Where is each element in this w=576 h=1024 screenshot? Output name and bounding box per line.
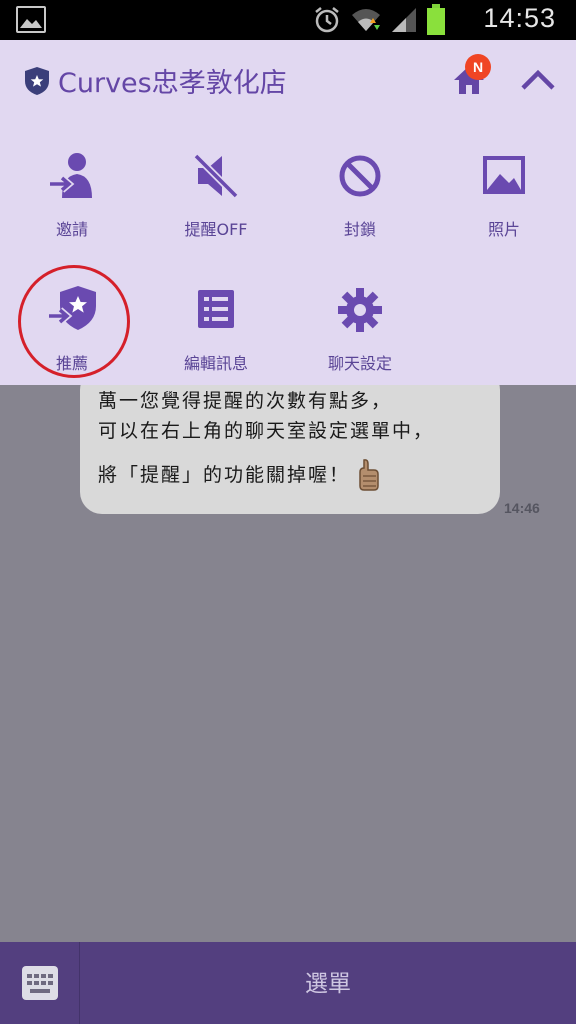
clock: 14:53 bbox=[483, 3, 556, 33]
menu-item-edit-messages[interactable]: 編輯訊息 bbox=[144, 284, 288, 404]
menu-item-notifications-off[interactable]: 提醒OFF bbox=[144, 150, 288, 270]
header: Curves忠孝敦化店 N bbox=[0, 40, 576, 118]
menu-item-label: 照片 bbox=[487, 220, 520, 239]
photo-icon bbox=[478, 150, 530, 202]
collapse-button[interactable] bbox=[518, 64, 558, 94]
menu-item-chat-settings[interactable]: 聊天設定 bbox=[288, 284, 432, 404]
status-bar: 14:53 bbox=[0, 0, 576, 40]
message-line: 可以在右上角的聊天室設定選單中， bbox=[98, 420, 435, 442]
menu-item-block[interactable]: 封鎖 bbox=[288, 150, 432, 270]
message-line: 將「提醒」的功能關掉喔！ bbox=[98, 458, 482, 492]
highlight-circle bbox=[18, 265, 130, 378]
speaker-muted-icon bbox=[190, 150, 242, 202]
notification-badge: N bbox=[465, 54, 491, 80]
menu-item-label: 聊天設定 bbox=[327, 354, 392, 373]
menu-item-label: 封鎖 bbox=[343, 220, 376, 239]
thumbs-up-icon bbox=[358, 458, 380, 492]
chevron-up-icon bbox=[521, 69, 555, 90]
message-line-text: 將「提醒」的功能關掉喔！ bbox=[98, 464, 351, 486]
chat-title: Curves忠孝敦化店 bbox=[58, 68, 287, 99]
menu-item-label: 編輯訊息 bbox=[183, 354, 248, 373]
alarm-icon bbox=[312, 5, 342, 35]
menu-item-photos[interactable]: 照片 bbox=[432, 150, 576, 270]
bottom-bar: 選單 bbox=[0, 942, 576, 1024]
battery-icon bbox=[426, 4, 446, 36]
invite-person-icon bbox=[46, 150, 98, 202]
block-icon bbox=[334, 150, 386, 202]
gallery-icon bbox=[16, 6, 46, 33]
menu-item-invite[interactable]: 邀請 bbox=[0, 150, 144, 270]
keyboard-toggle-button[interactable] bbox=[0, 942, 80, 1024]
menu-item-label: 邀請 bbox=[55, 220, 88, 239]
official-account-shield-icon bbox=[24, 66, 50, 96]
signal-icon bbox=[390, 6, 418, 34]
keyboard-icon bbox=[22, 966, 58, 1000]
message-timestamp: 14:46 bbox=[504, 500, 540, 516]
list-icon bbox=[190, 284, 242, 336]
menu-item-label: 提醒OFF bbox=[184, 220, 248, 239]
wifi-icon bbox=[350, 5, 382, 35]
menu-button[interactable]: 選單 bbox=[80, 942, 576, 1024]
gear-icon bbox=[334, 284, 386, 336]
